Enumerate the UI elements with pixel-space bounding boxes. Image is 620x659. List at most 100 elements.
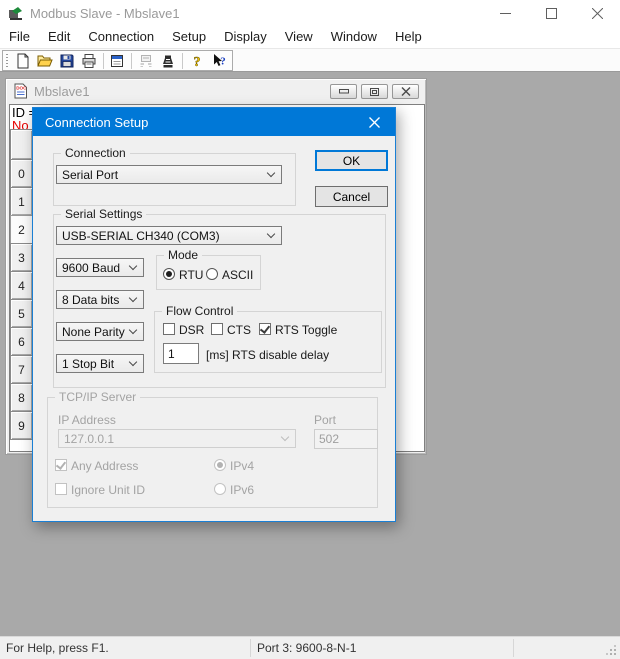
poll-definition-icon: [138, 53, 154, 69]
menu-window[interactable]: Window: [322, 26, 386, 48]
toolbar: ? ?: [0, 48, 620, 72]
mdi-titlebar[interactable]: DOC Mbslave1: [6, 79, 426, 104]
new-file-button[interactable]: [12, 52, 34, 70]
app-window: Modbus Slave - Mbslave1 File Edit Connec…: [0, 0, 620, 659]
rts-toggle-checkbox[interactable]: [259, 323, 271, 335]
grid-row-header-3[interactable]: 3: [10, 243, 33, 272]
grid-row-header-1[interactable]: 1: [10, 187, 33, 216]
close-button[interactable]: [574, 0, 620, 26]
mdi-minimize-button[interactable]: [330, 84, 357, 99]
menu-edit[interactable]: Edit: [39, 26, 79, 48]
flow-control-group-label: Flow Control: [162, 304, 237, 319]
open-file-icon: [37, 53, 53, 69]
context-help-button[interactable]: ?: [208, 52, 230, 70]
mdi-restore-button[interactable]: [361, 84, 388, 99]
save-file-button[interactable]: [56, 52, 78, 70]
svg-text:?: ?: [194, 55, 201, 69]
mdi-window-title: Mbslave1: [34, 84, 90, 99]
grid-row-header-7[interactable]: 7: [10, 355, 33, 384]
dsr-checkbox[interactable]: [163, 323, 175, 335]
parity-select[interactable]: None Parity: [56, 322, 144, 341]
print-icon: [81, 53, 97, 69]
grid-row-header-9[interactable]: 9: [10, 411, 33, 440]
communication-traffic-button[interactable]: [157, 52, 179, 70]
menu-help[interactable]: Help: [386, 26, 431, 48]
stop-bits-select[interactable]: 1 Stop Bit: [56, 354, 144, 373]
chevron-down-icon: [129, 326, 137, 334]
ignore-unit-id-label: Ignore Unit ID: [71, 483, 145, 497]
menu-connection[interactable]: Connection: [79, 26, 163, 48]
ipv6-radio-label: IPv6: [230, 483, 254, 497]
baud-rate-select[interactable]: 9600 Baud: [56, 258, 144, 277]
status-separator: [250, 639, 251, 657]
serial-port-select[interactable]: USB-SERIAL CH340 (COM3): [56, 226, 282, 245]
minimize-button[interactable]: [482, 0, 528, 26]
save-file-icon: [59, 53, 75, 69]
data-bits-value: 8 Data bits: [62, 293, 119, 307]
ip-address-select: 127.0.0.1: [58, 429, 296, 448]
serial-port-value: USB-SERIAL CH340 (COM3): [62, 229, 220, 243]
dialog-title: Connection Setup: [45, 115, 148, 130]
data-bits-select[interactable]: 8 Data bits: [56, 290, 144, 309]
svg-text:?: ?: [220, 55, 226, 67]
resize-grip[interactable]: [614, 653, 616, 655]
dsr-checkbox-label: DSR: [179, 323, 204, 337]
ignore-unit-id-checkbox: [55, 483, 67, 495]
maximize-button[interactable]: [528, 0, 574, 26]
rts-disable-delay-input[interactable]: [163, 343, 199, 364]
grid-row-header-0[interactable]: 0: [10, 159, 33, 188]
menu-setup[interactable]: Setup: [163, 26, 215, 48]
rtu-radio[interactable]: [163, 268, 175, 280]
print-button[interactable]: [78, 52, 100, 70]
grid-row-header-8[interactable]: 8: [10, 383, 33, 412]
display-setup-icon: [109, 53, 125, 69]
connection-group-label: Connection: [61, 146, 130, 161]
port-label: Port: [314, 413, 336, 427]
poll-definition-button: [135, 52, 157, 70]
open-file-button[interactable]: [34, 52, 56, 70]
menu-bar: File Edit Connection Setup Display View …: [0, 26, 620, 48]
cts-checkbox[interactable]: [211, 323, 223, 335]
menu-display[interactable]: Display: [215, 26, 276, 48]
context-help-icon: ?: [211, 53, 227, 69]
display-setup-button[interactable]: [107, 52, 129, 70]
close-icon: [369, 117, 380, 128]
ok-button[interactable]: OK: [315, 150, 388, 171]
communication-traffic-icon: [160, 53, 176, 69]
toolbar-separator: [103, 53, 104, 69]
grid-row-header-5[interactable]: 5: [10, 299, 33, 328]
cancel-button[interactable]: Cancel: [315, 186, 388, 207]
ip-address-label: IP Address: [58, 413, 116, 427]
menu-view[interactable]: View: [276, 26, 322, 48]
status-separator: [513, 639, 514, 657]
mdi-close-button[interactable]: [392, 84, 419, 99]
window-title: Modbus Slave - Mbslave1: [30, 6, 180, 21]
connection-setup-dialog: Connection Setup OK Cancel Connection Se…: [32, 107, 396, 522]
menu-file[interactable]: File: [0, 26, 39, 48]
grid-row-header-6[interactable]: 6: [10, 327, 33, 356]
help-button[interactable]: ?: [186, 52, 208, 70]
ipv6-radio: [214, 483, 226, 495]
grid-row-header-2[interactable]: 2: [10, 215, 33, 244]
baud-rate-value: 9600 Baud: [62, 261, 120, 275]
grid-row-header-4[interactable]: 4: [10, 271, 33, 300]
ip-address-value: 127.0.0.1: [64, 432, 114, 446]
toolbar-band: ? ?: [2, 50, 233, 71]
grid-corner-cell[interactable]: [10, 129, 33, 160]
dialog-close-button[interactable]: [353, 108, 395, 136]
toolbar-separator: [182, 53, 183, 69]
app-icon: [8, 5, 24, 21]
chevron-down-icon: [129, 294, 137, 302]
connection-type-select[interactable]: Serial Port: [56, 165, 282, 184]
chevron-down-icon: [129, 262, 137, 270]
rtu-radio-label: RTU: [179, 268, 203, 282]
status-bar: For Help, press F1. Port 3: 9600-8-N-1: [0, 636, 620, 659]
ascii-radio[interactable]: [206, 268, 218, 280]
toolbar-gripper[interactable]: [6, 54, 9, 68]
port-input: 502: [314, 429, 378, 449]
rts-disable-delay-label: [ms] RTS disable delay: [206, 348, 329, 362]
dialog-titlebar[interactable]: Connection Setup: [33, 108, 395, 136]
rts-toggle-checkbox-label: RTS Toggle: [275, 323, 337, 337]
any-address-label: Any Address: [71, 459, 138, 473]
chevron-down-icon: [129, 358, 137, 366]
